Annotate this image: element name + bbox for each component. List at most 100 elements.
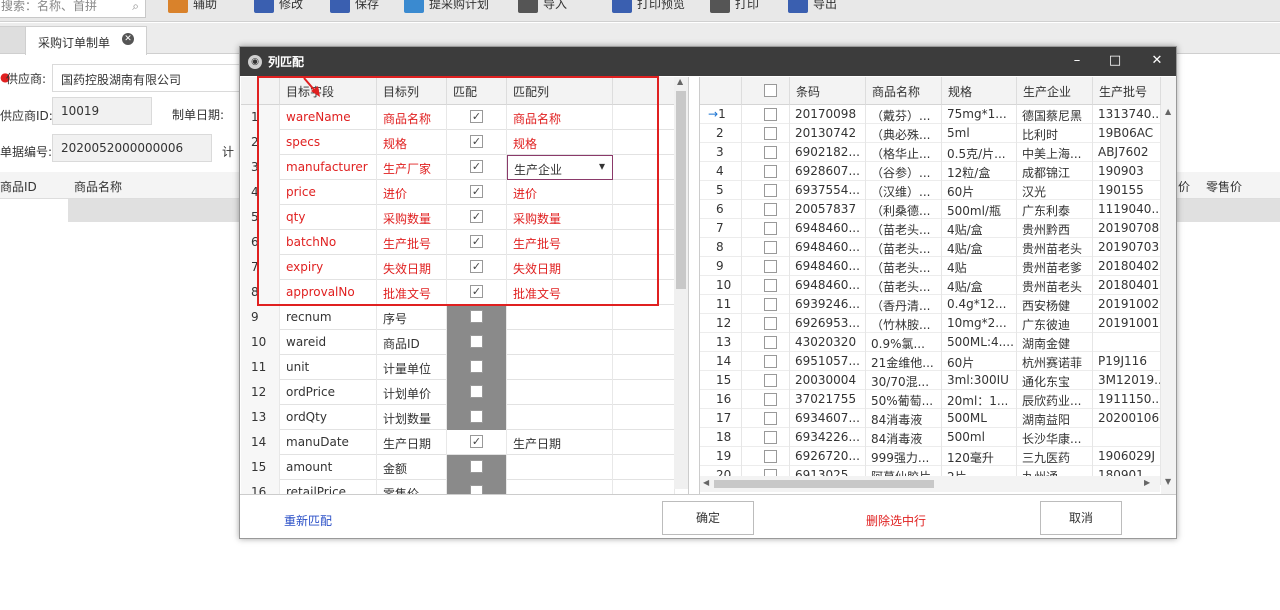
- mapping-row[interactable]: 9 recnum 序号: [241, 305, 688, 330]
- row-select-checkbox[interactable]: [764, 450, 777, 463]
- row-select-checkbox[interactable]: [764, 127, 777, 140]
- row-select-cell[interactable]: [742, 390, 790, 409]
- left-scrollbar[interactable]: ▲: [674, 77, 688, 489]
- match-checkbox-cell[interactable]: [447, 355, 507, 380]
- data-row[interactable]: 6 20057837 （利桑德... 500ml/瓶 广东利泰 1119040...: [700, 200, 1161, 219]
- row-select-cell[interactable]: [742, 219, 790, 238]
- row-select-cell[interactable]: [742, 276, 790, 295]
- match-checkbox-cell[interactable]: ✓: [447, 430, 507, 455]
- row-select-cell[interactable]: [742, 314, 790, 333]
- toolbar-button-0[interactable]: 辅助: [168, 0, 217, 16]
- row-select-checkbox[interactable]: [764, 165, 777, 178]
- tab-purchase-order[interactable]: 采购订单制单 ✕: [25, 26, 147, 55]
- mapping-row[interactable]: 10 wareid 商品ID: [241, 330, 688, 355]
- ok-button[interactable]: 确定: [662, 501, 754, 535]
- search-input[interactable]: 搜索：名称、首拼 ⌕: [0, 0, 146, 18]
- match-checkbox[interactable]: [470, 485, 483, 494]
- search-icon[interactable]: ⌕: [132, 0, 139, 14]
- row-select-checkbox[interactable]: [764, 203, 777, 216]
- toolbar-button-7[interactable]: 导出: [788, 0, 837, 16]
- right-header-2[interactable]: 规格: [942, 77, 1017, 105]
- mapping-row[interactable]: 11 unit 计量单位: [241, 355, 688, 380]
- match-checkbox-cell[interactable]: [447, 330, 507, 355]
- scroll-left-icon[interactable]: ◀: [703, 478, 709, 487]
- data-row[interactable]: 17 6934607... 84消毒液 500ML 湖南益阳 20200106: [700, 409, 1161, 428]
- right-hscrollbar[interactable]: ◀ ▶: [700, 476, 1160, 492]
- row-select-checkbox[interactable]: [764, 298, 777, 311]
- toolbar-button-6[interactable]: 打印: [710, 0, 759, 16]
- match-checkbox-cell[interactable]: [447, 405, 507, 430]
- row-select-checkbox[interactable]: [764, 355, 777, 368]
- data-row[interactable]: →1 20170098 （戴芬）... 75mg*1... 德国蔡尼黑 1313740..…: [700, 105, 1161, 124]
- row-select-checkbox[interactable]: [764, 317, 777, 330]
- right-header-3[interactable]: 生产企业: [1017, 77, 1093, 105]
- rematch-link[interactable]: 重新匹配: [284, 512, 332, 529]
- row-select-checkbox[interactable]: [764, 222, 777, 235]
- row-select-checkbox[interactable]: [764, 260, 777, 273]
- match-checkbox[interactable]: [470, 410, 483, 423]
- close-icon[interactable]: ✕: [1144, 51, 1170, 71]
- scroll-right-icon[interactable]: ▶: [1144, 478, 1150, 487]
- data-row[interactable]: 15 20030004 30/70混... 3ml:300IU 通化东宝 3M12019.…: [700, 371, 1161, 390]
- delete-selected-link[interactable]: 删除选中行: [866, 512, 926, 529]
- row-select-cell[interactable]: [742, 181, 790, 200]
- data-row[interactable]: 14 6951057... 21金维他... 60片 杭州赛诺菲 P19J116: [700, 352, 1161, 371]
- match-checkbox[interactable]: ✓: [470, 435, 483, 448]
- row-select-checkbox[interactable]: [764, 431, 777, 444]
- row-select-cell[interactable]: [742, 162, 790, 181]
- right-header-1[interactable]: 商品名称: [866, 77, 942, 105]
- minimize-icon[interactable]: –: [1064, 51, 1090, 71]
- row-select-cell[interactable]: [742, 295, 790, 314]
- match-checkbox-cell[interactable]: [447, 455, 507, 480]
- row-select-cell[interactable]: [742, 105, 790, 124]
- data-row[interactable]: 12 6926953... （竹林胺... 10mg*2... 广东彼迪 20191001: [700, 314, 1161, 333]
- mapping-row[interactable]: 15 amount 金额: [241, 455, 688, 480]
- data-row[interactable]: 19 6926720... 999强力... 120毫升 三九医药 1906029J: [700, 447, 1161, 466]
- cancel-button[interactable]: 取消: [1040, 501, 1122, 535]
- row-select-checkbox[interactable]: [764, 146, 777, 159]
- data-row[interactable]: 7 6948460... （苗老头... 4贴/盒 贵州黔西 20190708: [700, 219, 1161, 238]
- row-select-cell[interactable]: [742, 371, 790, 390]
- mapping-row[interactable]: 14 manuDate 生产日期 ✓ 生产日期: [241, 430, 688, 455]
- match-checkbox[interactable]: [470, 310, 483, 323]
- match-checkbox[interactable]: [470, 460, 483, 473]
- data-row[interactable]: 5 6937554... （汉维）... 60片 汉光 190155: [700, 181, 1161, 200]
- row-select-cell[interactable]: [742, 143, 790, 162]
- mapping-row[interactable]: 13 ordQty 计划数量: [241, 405, 688, 430]
- toolbar-button-2[interactable]: 保存: [330, 0, 379, 16]
- row-select-cell[interactable]: [742, 409, 790, 428]
- row-select-checkbox[interactable]: [764, 374, 777, 387]
- match-checkbox[interactable]: [470, 385, 483, 398]
- toolbar-button-1[interactable]: 修改: [254, 0, 303, 16]
- row-select-cell[interactable]: [742, 428, 790, 447]
- right-header-4[interactable]: 生产批号: [1093, 77, 1161, 105]
- left-scroll-thumb[interactable]: [676, 91, 686, 289]
- select-all-checkbox[interactable]: [764, 84, 777, 97]
- supplier-field[interactable]: 国药控股湖南有限公司: [52, 64, 244, 92]
- toolbar-button-5[interactable]: 打印预览: [612, 0, 685, 16]
- row-select-checkbox[interactable]: [764, 279, 777, 292]
- toolbar-button-4[interactable]: 导入: [518, 0, 567, 16]
- row-select-checkbox[interactable]: [764, 393, 777, 406]
- mapping-row[interactable]: 12 ordPrice 计划单价: [241, 380, 688, 405]
- match-checkbox-cell[interactable]: [447, 380, 507, 405]
- data-row[interactable]: 2 20130742 （典必殊... 5ml 比利时 19B06AC: [700, 124, 1161, 143]
- data-row[interactable]: 16 37021755 50%葡萄... 20ml：1... 辰欣药业... 191115…: [700, 390, 1161, 409]
- right-hscroll-thumb[interactable]: [714, 480, 934, 488]
- data-row[interactable]: 18 6934226... 84消毒液 500ml 长沙华康...: [700, 428, 1161, 447]
- row-select-cell[interactable]: [742, 352, 790, 371]
- row-select-checkbox[interactable]: [764, 241, 777, 254]
- row-select-cell[interactable]: [742, 238, 790, 257]
- right-header-0[interactable]: 条码: [790, 77, 866, 105]
- row-select-cell[interactable]: [742, 447, 790, 466]
- row-select-checkbox[interactable]: [764, 184, 777, 197]
- select-all-header[interactable]: [742, 77, 790, 105]
- data-row[interactable]: 13 43020320 0.9%氯... 500ML:4.... 湖南金健: [700, 333, 1161, 352]
- data-row[interactable]: 3 6902182... （格华止... 0.5克/片... 中美上海... ABJ760…: [700, 143, 1161, 162]
- close-icon[interactable]: ✕: [122, 33, 134, 45]
- row-select-cell[interactable]: [742, 333, 790, 352]
- row-select-cell[interactable]: [742, 257, 790, 276]
- data-row[interactable]: 11 6939246... （香丹清... 0.4g*12... 西安杨健 2019100…: [700, 295, 1161, 314]
- right-vscrollbar[interactable]: ▲ ▼: [1161, 77, 1176, 494]
- scroll-up-icon[interactable]: ▲: [1165, 107, 1171, 116]
